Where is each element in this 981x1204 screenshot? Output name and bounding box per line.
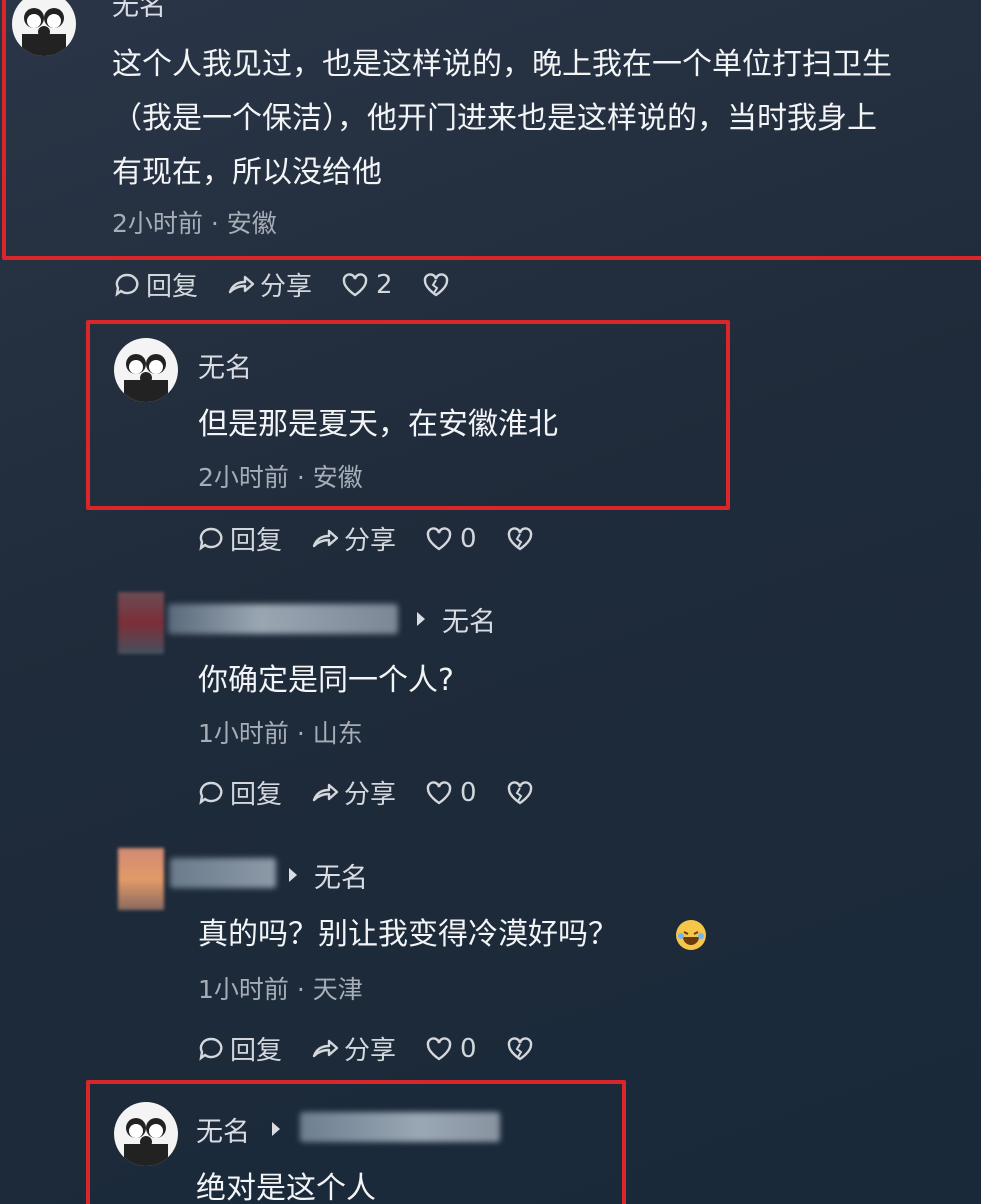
comment-text: 但是那是夏天，在安徽淮北 (198, 407, 558, 442)
comment-text-line: 这个人我见过，也是这样说的，晚上我在一个单位打扫卫生 (112, 47, 892, 82)
comment-actions: 回复 分享 0 (196, 1030, 567, 1067)
share-label: 分享 (344, 526, 397, 556)
comment-text-line: 有现在，所以没给他 (112, 155, 382, 190)
share-icon (228, 275, 255, 293)
username-redacted (300, 1112, 500, 1142)
reply-icon (199, 781, 223, 805)
avatar[interactable] (118, 592, 164, 654)
comment-text: 真的吗？别让我变得冷漠好吗？ (198, 917, 618, 952)
broken-heart-icon (507, 780, 532, 804)
share-button[interactable]: 分享 (226, 266, 312, 303)
like-button[interactable]: 0 (424, 1034, 477, 1064)
heart-icon (342, 272, 368, 296)
comment-actions: 回复 分享 0 (196, 774, 567, 811)
reply-label: 回复 (146, 272, 199, 302)
dislike-button[interactable] (505, 524, 539, 554)
reply-label: 回复 (230, 1036, 283, 1066)
like-count: 0 (460, 777, 477, 808)
share-label: 分享 (260, 272, 313, 302)
like-button[interactable]: 0 (424, 524, 477, 554)
reply-button[interactable]: 回复 (196, 774, 282, 811)
share-icon (312, 529, 339, 547)
username[interactable]: 无名 (196, 1110, 250, 1149)
comment-meta: 2小时前 · 安徽 (112, 209, 277, 238)
reply-button[interactable]: 回复 (112, 266, 198, 303)
avatar[interactable] (114, 1102, 178, 1166)
like-button[interactable]: 0 (424, 778, 477, 808)
comment-text: 绝对是这个人 (196, 1171, 376, 1204)
broken-heart-icon (507, 526, 532, 550)
comment-thread: 无名 这个人我见过，也是这样说的，晚上我在一个单位打扫卫生 （我是一个保洁），他… (0, 0, 981, 1204)
username-redacted (170, 858, 276, 888)
username-redacted (168, 604, 398, 634)
reply-icon (115, 273, 139, 297)
share-label: 分享 (344, 1036, 397, 1066)
heart-icon (426, 780, 452, 804)
reply-label: 回复 (230, 526, 283, 556)
broken-heart-icon (423, 272, 448, 296)
reply-arrow-icon (272, 1122, 280, 1136)
comment-text: 你确定是同一个人? (198, 663, 454, 698)
reply-arrow-icon (289, 868, 297, 882)
dislike-button[interactable] (421, 270, 455, 300)
reply-icon (199, 1037, 223, 1061)
username[interactable]: 无名 (112, 0, 166, 23)
laughing-crying-emoji-icon (676, 920, 706, 950)
avatar[interactable] (12, 0, 76, 56)
like-count: 0 (460, 1033, 477, 1064)
reply-button[interactable]: 回复 (196, 1030, 282, 1067)
reply-to-username[interactable]: 无名 (442, 600, 496, 639)
comment-meta: 1小时前 · 天津 (198, 975, 363, 1004)
like-button[interactable]: 2 (340, 270, 393, 300)
like-count: 2 (376, 269, 393, 300)
broken-heart-icon (507, 1036, 532, 1060)
heart-icon (426, 526, 452, 550)
reply-button[interactable]: 回复 (196, 520, 282, 557)
avatar[interactable] (118, 848, 164, 910)
like-count: 0 (460, 523, 477, 554)
share-button[interactable]: 分享 (310, 774, 396, 811)
share-label: 分享 (344, 780, 397, 810)
dislike-button[interactable] (505, 1034, 539, 1064)
reply-label: 回复 (230, 780, 283, 810)
share-icon (312, 783, 339, 801)
comment-meta: 1小时前 · 山东 (198, 719, 363, 748)
comment-actions: 回复 分享 0 (196, 520, 567, 557)
comment-text-line: （我是一个保洁），他开门进来也是这样说的，当时我身上 (112, 101, 877, 136)
share-button[interactable]: 分享 (310, 1030, 396, 1067)
dislike-button[interactable] (505, 778, 539, 808)
share-icon (312, 1039, 339, 1057)
comment-meta: 2小时前 · 安徽 (198, 463, 363, 492)
reply-icon (199, 527, 223, 551)
username[interactable]: 无名 (198, 346, 252, 385)
share-button[interactable]: 分享 (310, 520, 396, 557)
avatar[interactable] (114, 338, 178, 402)
reply-arrow-icon (417, 612, 425, 626)
comment-actions: 回复 分享 2 (112, 266, 483, 303)
reply-to-username[interactable]: 无名 (314, 856, 368, 895)
heart-icon (426, 1036, 452, 1060)
